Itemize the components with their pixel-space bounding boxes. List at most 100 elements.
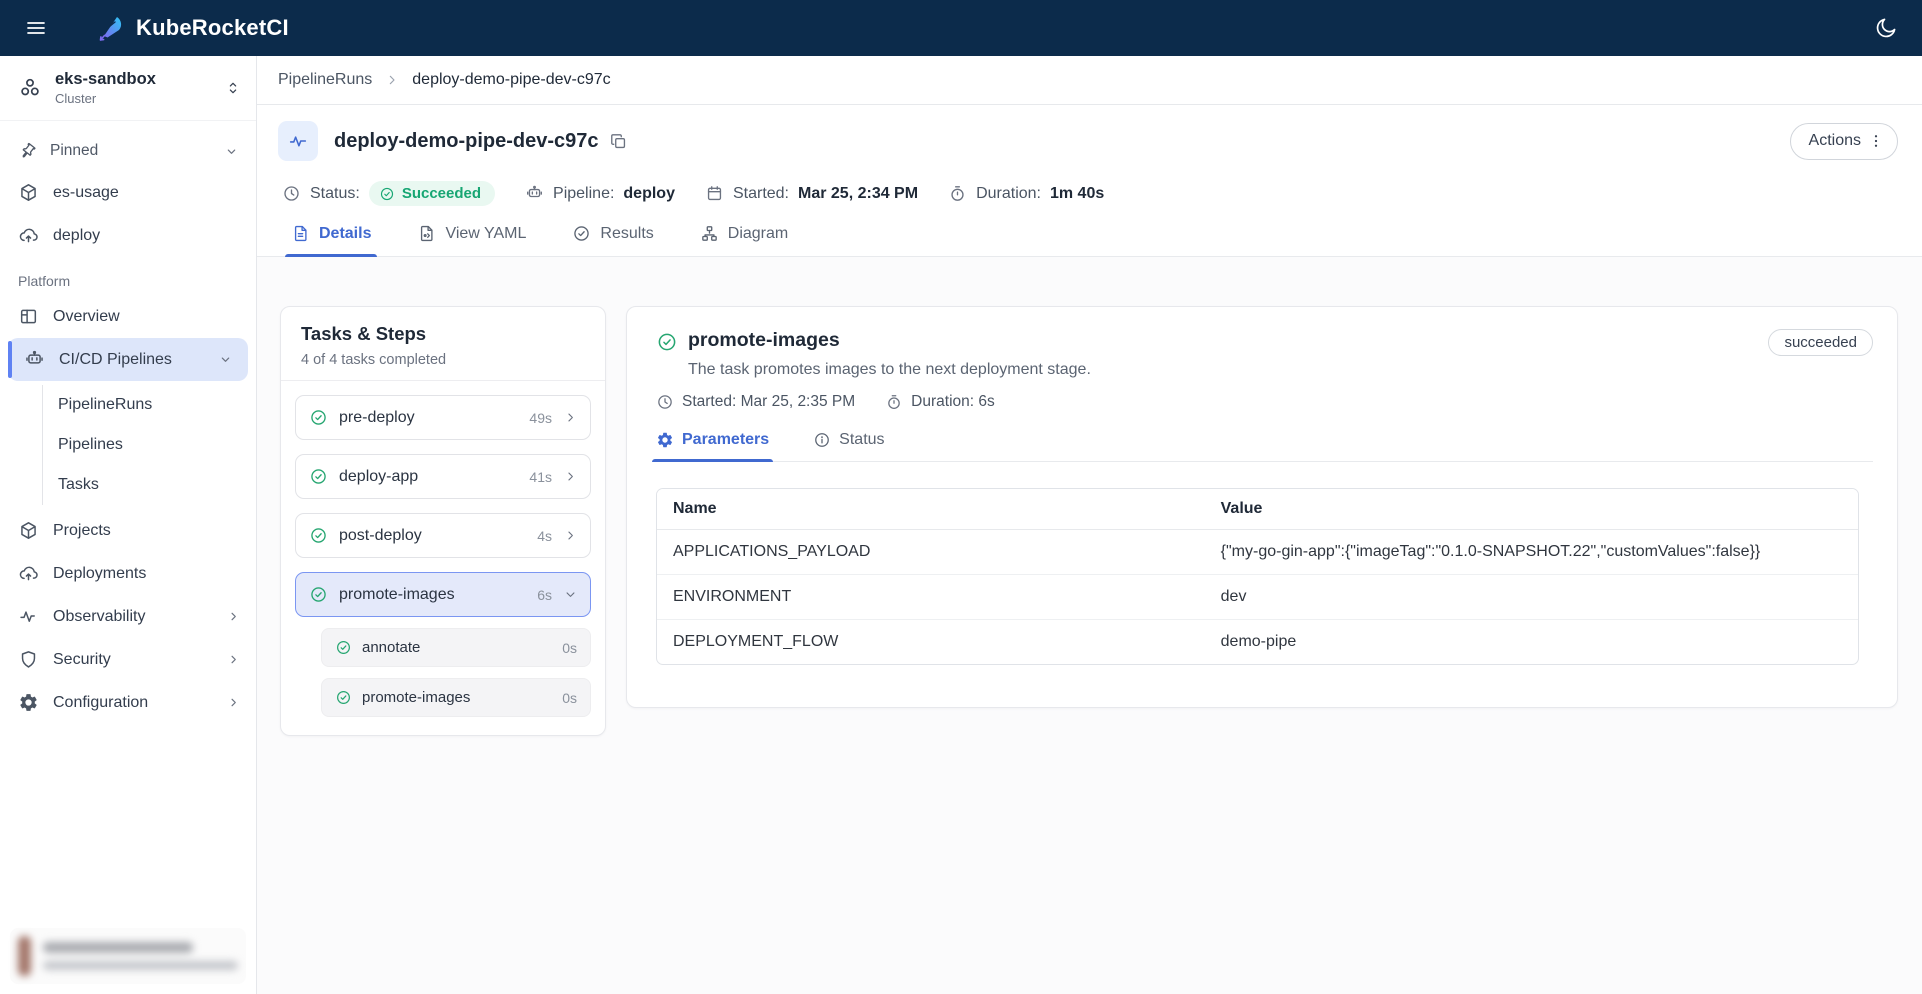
platform-section-label: Platform [18, 273, 256, 289]
step-name: annotate [362, 639, 552, 656]
app-logo: KubeRocketCI [96, 13, 289, 43]
step-row-promote-images[interactable]: promote-images 0s [321, 678, 591, 717]
sidebar-nav: Pinned es-usage deploy Platform [0, 121, 256, 724]
gear-icon [18, 692, 39, 713]
sidebar-item-observability[interactable]: Observability [0, 595, 256, 638]
chevron-right-icon [225, 694, 242, 711]
status-badge: Succeeded [369, 181, 495, 206]
tab-status[interactable]: Status [813, 431, 884, 461]
tab-details[interactable]: Details [291, 224, 371, 256]
task-name: pre-deploy [339, 409, 518, 427]
sidebar-subitem-pipelines[interactable]: Pipelines [43, 425, 256, 465]
sidebar-item-label: Configuration [53, 694, 148, 712]
sidebar-item-deployments[interactable]: Deployments [0, 552, 256, 595]
task-duration: 41s [529, 469, 552, 485]
check-circle-icon [309, 526, 328, 545]
breadcrumb-current: deploy-demo-pipe-dev-c97c [412, 71, 610, 89]
sidebar-item-label: Deployments [53, 565, 146, 583]
run-tabs: Details View YAML Results Diagram [257, 206, 1922, 257]
check-circle-icon [656, 331, 678, 353]
check-circle-icon [309, 408, 328, 427]
tab-diagram[interactable]: Diagram [700, 224, 788, 256]
menu-icon[interactable] [24, 16, 48, 40]
sidebar-item-cicd-pipelines[interactable]: CI/CD Pipelines [8, 338, 248, 381]
app-name: KubeRocketCI [136, 15, 289, 41]
sidebar-item-label: Security [53, 651, 111, 669]
sidebar-item-label: CI/CD Pipelines [59, 351, 172, 369]
chevron-right-icon [563, 469, 578, 484]
user-info-redacted [43, 942, 238, 970]
chevron-down-icon [563, 587, 578, 602]
cluster-type: Cluster [55, 91, 211, 106]
step-list: annotate 0s promote-images 0s [321, 628, 591, 717]
task-row-post-deploy[interactable]: post-deploy 4s [295, 513, 591, 558]
tab-parameters[interactable]: Parameters [656, 431, 769, 461]
task-detail-title: promote-images [688, 329, 1091, 352]
step-duration: 0s [562, 640, 577, 656]
check-circle-icon [572, 224, 591, 243]
page-header: deploy-demo-pipe-dev-c97c Actions Status… [257, 105, 1922, 206]
breadcrumb: PipelineRuns deploy-demo-pipe-dev-c97c [257, 56, 1922, 105]
chevron-right-icon [563, 410, 578, 425]
task-duration-text: Duration: 6s [911, 393, 995, 411]
sidebar-subitem-pipelineruns[interactable]: PipelineRuns [43, 385, 256, 425]
tasks-card-subtitle: 4 of 4 tasks completed [301, 352, 585, 368]
started-value: Mar 25, 2:34 PM [798, 185, 918, 203]
task-name: deploy-app [339, 468, 518, 486]
pipeline-value[interactable]: deploy [623, 185, 675, 203]
sidebar-item-deploy[interactable]: deploy [0, 214, 256, 257]
chevron-down-icon [217, 351, 234, 368]
task-detail-tabs: Parameters Status [656, 431, 1873, 462]
step-row-annotate[interactable]: annotate 0s [321, 628, 591, 667]
dark-mode-toggle-icon[interactable] [1874, 16, 1898, 40]
tab-view-yaml[interactable]: View YAML [417, 224, 526, 256]
task-row-deploy-app[interactable]: deploy-app 41s [295, 454, 591, 499]
tab-label: Status [839, 431, 884, 449]
sidebar-section-pinned[interactable]: Pinned [0, 131, 256, 171]
user-profile[interactable] [10, 928, 246, 984]
unfold-icon [224, 79, 242, 97]
column-header-value: Value [1205, 489, 1858, 530]
sidebar-item-projects[interactable]: Projects [0, 509, 256, 552]
tab-label: View YAML [445, 225, 526, 243]
task-status-badge: succeeded [1768, 329, 1873, 356]
tab-results[interactable]: Results [572, 224, 653, 256]
chevron-right-icon [563, 528, 578, 543]
check-circle-icon [335, 689, 352, 706]
breadcrumb-pipelineruns[interactable]: PipelineRuns [278, 71, 372, 89]
param-name: DEPLOYMENT_FLOW [657, 620, 1205, 664]
started-group: Started: Mar 25, 2:34 PM [705, 184, 918, 203]
app-window: KubeRocketCI eks-sandbox Cluster [0, 0, 1922, 994]
main-area: PipelineRuns deploy-demo-pipe-dev-c97c d… [257, 56, 1922, 994]
task-duration: 49s [529, 410, 552, 426]
tasks-steps-card: Tasks & Steps 4 of 4 tasks completed pre… [280, 306, 606, 736]
sidebar-item-es-usage[interactable]: es-usage [0, 171, 256, 214]
gear-icon [656, 431, 674, 449]
task-row-promote-images[interactable]: promote-images 6s [295, 572, 591, 617]
task-list: pre-deploy 49s deploy-app 41s post-deplo… [281, 381, 605, 735]
sidebar-item-security[interactable]: Security [0, 638, 256, 681]
sidebar-item-label: Projects [53, 522, 111, 540]
task-name: post-deploy [339, 527, 526, 545]
shield-icon [18, 649, 39, 670]
chevron-right-icon [225, 608, 242, 625]
actions-button[interactable]: Actions [1790, 123, 1898, 160]
param-name: ENVIRONMENT [657, 575, 1205, 620]
task-started-text: Started: Mar 25, 2:35 PM [682, 393, 855, 411]
sidebar-subitem-tasks[interactable]: Tasks [43, 465, 256, 505]
page-title: deploy-demo-pipe-dev-c97c [334, 130, 599, 153]
task-row-pre-deploy[interactable]: pre-deploy 49s [295, 395, 591, 440]
duration-value: 1m 40s [1050, 185, 1104, 203]
param-name: APPLICATIONS_PAYLOAD [657, 530, 1205, 575]
tab-label: Diagram [728, 225, 788, 243]
copy-icon[interactable] [609, 132, 628, 151]
cluster-selector[interactable]: eks-sandbox Cluster [0, 56, 256, 121]
sidebar-item-configuration[interactable]: Configuration [0, 681, 256, 724]
task-started: Started: Mar 25, 2:35 PM [656, 393, 855, 411]
activity-icon [18, 606, 39, 627]
sidebar-item-overview[interactable]: Overview [0, 295, 256, 338]
task-detail-description: The task promotes images to the next dep… [688, 361, 1091, 379]
check-circle-icon [379, 186, 395, 202]
table-row: DEPLOYMENT_FLOW demo-pipe [657, 620, 1858, 664]
task-meta-row: Started: Mar 25, 2:35 PM Duration: 6s [656, 393, 1873, 411]
